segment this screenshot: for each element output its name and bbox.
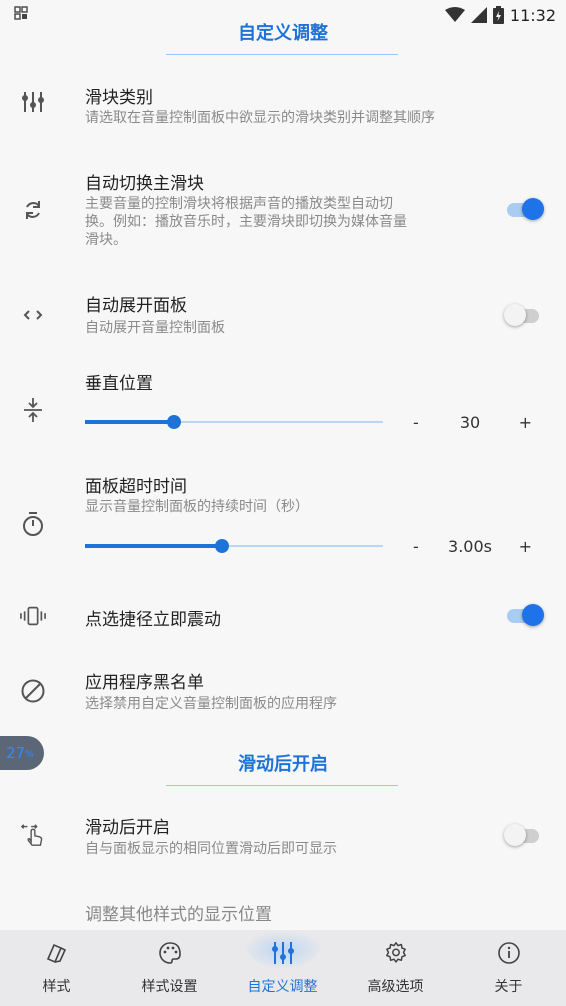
setting-swipe-open[interactable]: 滑动后开启 自与面板显示的相同位置滑动后即可显示 [0,805,566,869]
palette-icon [157,940,183,966]
section-divider [166,54,398,55]
shortcut-vibrate-toggle[interactable] [504,604,544,626]
setting-title: 自动展开面板 [85,296,187,316]
panel-timeout-stepper: - 3.00s + [405,537,540,559]
setting-app-blacklist[interactable]: 应用程序黑名单 选择禁用自定义音量控制面板的应用程序 [0,660,566,724]
notification-grid-icon [14,6,28,20]
setting-subtitle-line-1: 主要音量的控制滑块将根据声音的播放类型自动切 [85,196,393,212]
bottom-navigation: 样式 样式设置 自定义调整 高级选项 关于 [0,930,566,1006]
nav-about[interactable]: 关于 [452,930,565,1006]
sliders-icon [20,89,46,115]
setting-title: 面板超时时间 [85,477,187,497]
timer-icon [20,511,46,537]
style-icon [44,940,70,966]
setting-title: 应用程序黑名单 [85,673,204,693]
setting-shortcut-vibrate[interactable]: 点选捷径立即震动 [0,595,566,639]
setting-subtitle-line-2: 换。例如：播放音乐时，主要滑块即切换为媒体音量 [85,214,407,230]
stepper-value: 3.00s [448,537,492,556]
setting-subtitle-line-3: 滑块。 [85,232,127,248]
nav-label: 关于 [494,979,523,995]
slider-knob[interactable] [167,415,182,429]
code-brackets-icon [20,302,46,328]
block-icon [20,678,46,704]
increase-button[interactable]: + [519,413,532,432]
nav-label: 样式 [42,979,71,995]
setting-title: 点选捷径立即震动 [85,610,221,630]
setting-panel-timeout: 面板超时时间 显示音量控制面板的持续时间（秒） - 3.00s + [0,468,566,568]
increase-button[interactable]: + [519,537,532,556]
nav-style-settings[interactable]: 样式设置 [113,930,226,1006]
vertical-position-stepper: - 30 + [405,413,540,435]
section-divider [166,785,398,786]
setting-title: 垂直位置 [85,374,153,394]
nav-style[interactable]: 样式 [0,930,113,1006]
setting-title: 滑动后开启 [85,818,170,838]
auto-expand-toggle[interactable] [504,304,544,326]
decrease-button[interactable]: - [413,413,419,432]
setting-vertical-position: 垂直位置 - 30 + [0,365,566,445]
panel-timeout-slider[interactable] [85,538,383,554]
swipe-gesture-icon [20,821,46,847]
setting-slider-types[interactable]: 滑块类别 请选取在音量控制面板中欲显示的滑块类别并调整其顺序 [0,70,566,150]
nav-advanced[interactable]: 高级选项 [339,930,452,1006]
swipe-open-toggle[interactable] [504,824,544,846]
setting-title: 调整其他样式的显示位置 [85,905,272,925]
stepper-value: 30 [459,413,481,432]
setting-subtitle: 自动展开音量控制面板 [85,320,225,336]
slider-knob[interactable] [215,539,230,553]
setting-subtitle: 自与面板显示的相同位置滑动后即可显示 [85,841,337,857]
nav-label: 样式设置 [141,979,198,995]
setting-subtitle: 选择禁用自定义音量控制面板的应用程序 [85,696,337,712]
vertical-position-slider[interactable] [85,414,383,430]
nav-label: 高级选项 [367,979,424,995]
setting-title: 滑块类别 [85,88,153,108]
setting-subtitle: 显示音量控制面板的持续时间（秒） [85,499,309,515]
sliders-icon [270,940,296,966]
section-title-swipe: 滑动后开启 [238,754,328,775]
decrease-button[interactable]: - [413,537,419,556]
setting-subtitle: 请选取在音量控制面板中欲显示的滑块类别并调整其顺序 [85,110,435,126]
vertical-align-center-icon [20,397,46,423]
gear-icon [383,940,409,966]
nav-custom-adjust[interactable]: 自定义调整 [226,930,339,1006]
nav-label: 自定义调整 [247,979,318,995]
setting-auto-expand[interactable]: 自动展开面板 自动展开音量控制面板 [0,285,566,345]
section-title-custom: 自定义调整 [238,23,328,44]
info-icon [496,940,522,966]
auto-switch-toggle[interactable] [504,198,544,220]
vibrate-icon [20,603,46,629]
sync-icon [20,197,46,223]
setting-auto-switch[interactable]: 自动切换主滑块 主要音量的控制滑块将根据声音的播放类型自动切 换。例如：播放音乐… [0,165,566,265]
setting-adjust-other[interactable]: 调整其他样式的显示位置 [0,895,566,925]
setting-title: 自动切换主滑块 [85,174,204,194]
